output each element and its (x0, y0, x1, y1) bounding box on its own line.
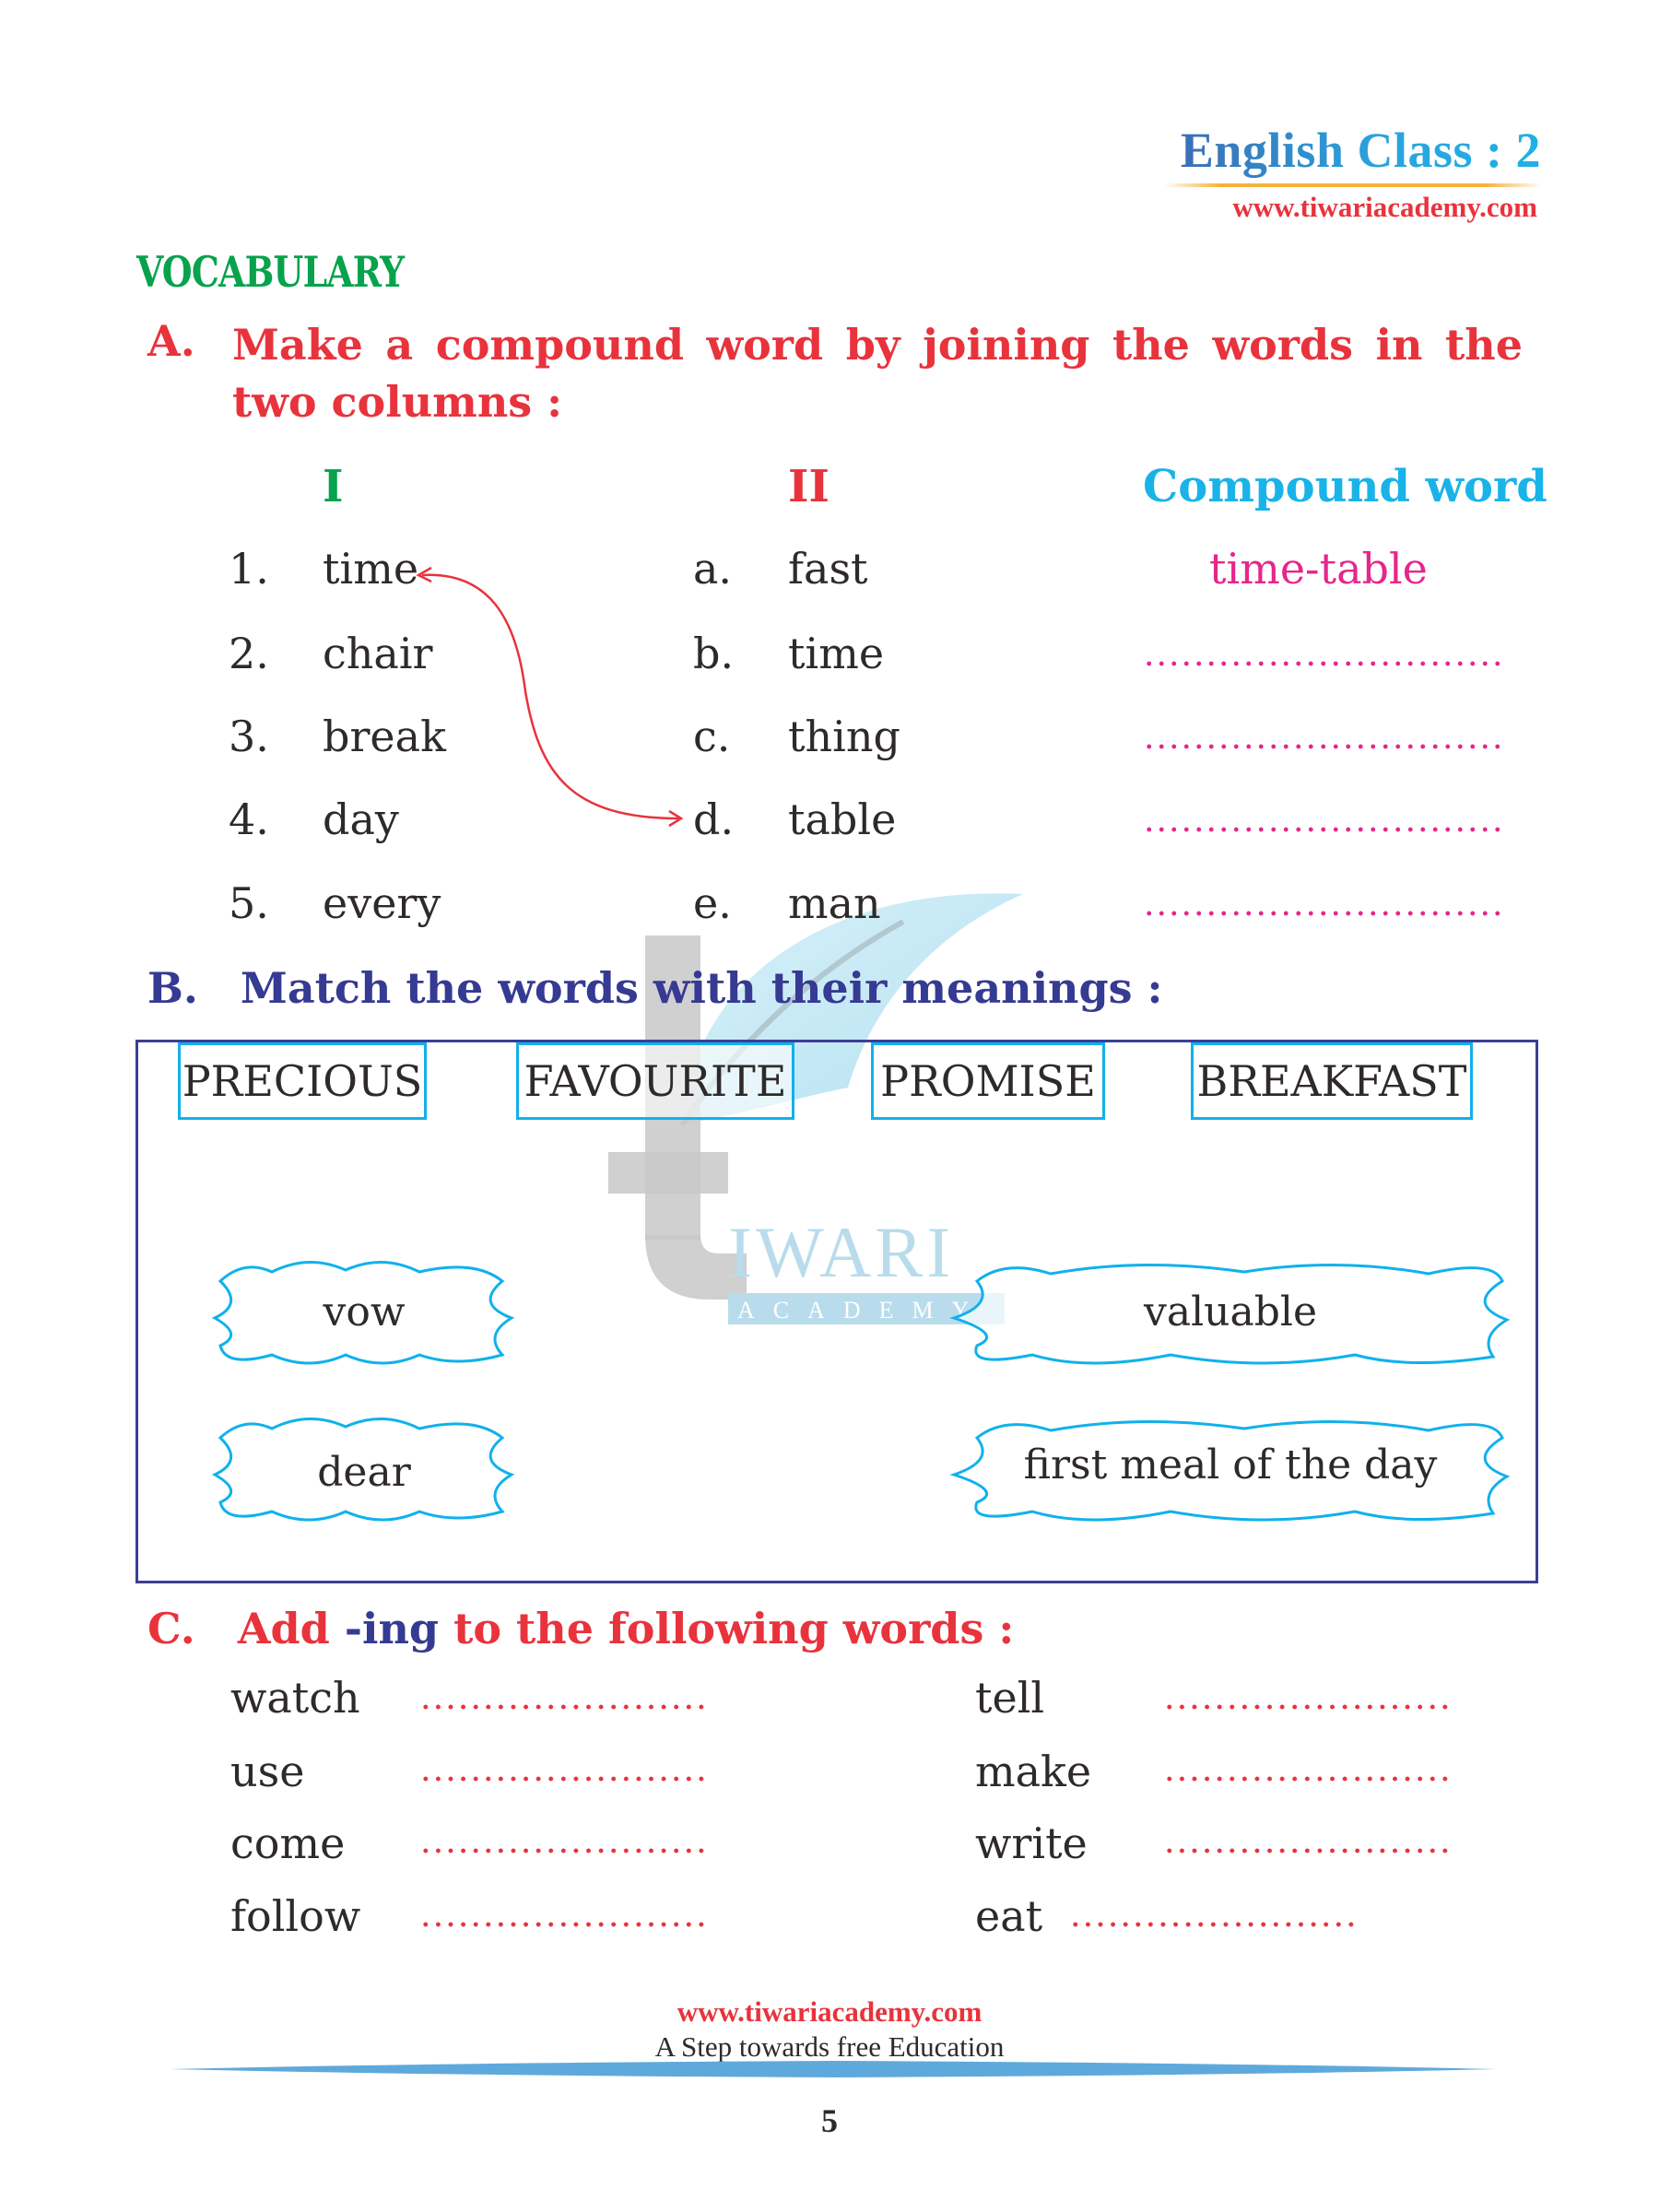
ing-word: eat (975, 1891, 1043, 1941)
example-match-arrow (416, 566, 684, 828)
match-word-box[interactable]: PRECIOUS (178, 1042, 427, 1120)
ing-word: tell (975, 1673, 1045, 1723)
question-a-letter: A. (147, 316, 195, 366)
meaning-cloud[interactable]: dear (207, 1449, 521, 1496)
column-ii-word: fast (788, 544, 868, 594)
question-a-instruction: Make a compound word by joining the word… (232, 320, 1523, 427)
answer-blank[interactable] (1143, 826, 1502, 833)
header-title: English Class : 2 (1180, 123, 1541, 178)
row-number: 3. (229, 712, 269, 761)
column-header-i: I (323, 461, 344, 512)
ing-word: follow (230, 1891, 361, 1941)
column-ii-word: time (788, 629, 885, 678)
ing-answer-blank[interactable] (1163, 1703, 1453, 1711)
row-number: 5. (229, 878, 269, 928)
ing-word: write (975, 1818, 1088, 1868)
footer-website[interactable]: www.tiwariacademy.com (0, 1995, 1659, 2029)
column-i-word: day (323, 794, 399, 844)
question-c-heading: C. Add -ing to the following words : (147, 1604, 1014, 1653)
question-b-heading: B. Match the words with their meanings : (147, 963, 1163, 1013)
meaning-cloud[interactable]: first meal of the day (949, 1441, 1512, 1488)
match-word-box[interactable]: FAVOURITE (516, 1042, 794, 1120)
column-header-compound-word: Compound word (1143, 461, 1547, 512)
question-c-suffix: -ing (344, 1604, 440, 1653)
header-divider (1164, 183, 1542, 187)
column-ii-word: man (788, 878, 881, 928)
ing-word: come (230, 1818, 346, 1868)
answer-blank[interactable] (1143, 660, 1502, 667)
match-word-box[interactable]: PROMISE (871, 1042, 1105, 1120)
question-c-text-after: to the following words : (439, 1604, 1015, 1653)
header-website[interactable]: www.tiwariacademy.com (1232, 191, 1537, 224)
match-word-box[interactable]: BREAKFAST (1191, 1042, 1473, 1120)
ing-word: use (230, 1747, 305, 1796)
row-letter: e. (693, 878, 732, 928)
ing-answer-blank[interactable] (419, 1703, 710, 1711)
ing-answer-blank[interactable] (419, 1775, 710, 1783)
ing-word: make (975, 1747, 1092, 1796)
ing-answer-blank[interactable] (1069, 1921, 1359, 1928)
question-c-text-before: Add (237, 1604, 345, 1653)
question-b-letter: B. (147, 963, 198, 1013)
column-ii-word: thing (788, 712, 900, 761)
row-number: 4. (229, 794, 269, 844)
answer-blank[interactable] (1143, 910, 1502, 917)
question-c-letter: C. (147, 1604, 195, 1653)
page-number: 5 (821, 2102, 838, 2139)
ing-answer-blank[interactable] (419, 1847, 710, 1854)
column-ii-word: table (788, 794, 897, 844)
column-i-word: every (323, 878, 441, 928)
column-i-word: time (323, 544, 419, 594)
ing-answer-blank[interactable] (419, 1921, 710, 1928)
footer-divider (170, 2061, 1497, 2077)
ing-word: watch (230, 1673, 360, 1723)
meaning-cloud[interactable]: valuable (949, 1288, 1512, 1335)
footer-tagline: A Step towards free Education (654, 2030, 1005, 2063)
ing-answer-blank[interactable] (1163, 1847, 1453, 1854)
row-number: 1. (229, 544, 269, 594)
meaning-cloud[interactable]: vow (207, 1288, 521, 1335)
compound-answer: time-table (1209, 544, 1428, 594)
answer-blank[interactable] (1143, 743, 1502, 750)
row-number: 2. (229, 629, 269, 678)
column-header-ii: II (788, 461, 830, 512)
ing-answer-blank[interactable] (1163, 1775, 1453, 1783)
question-b-instruction: Match the words with their meanings : (240, 963, 1163, 1013)
section-heading: VOCABULARY (136, 247, 405, 297)
